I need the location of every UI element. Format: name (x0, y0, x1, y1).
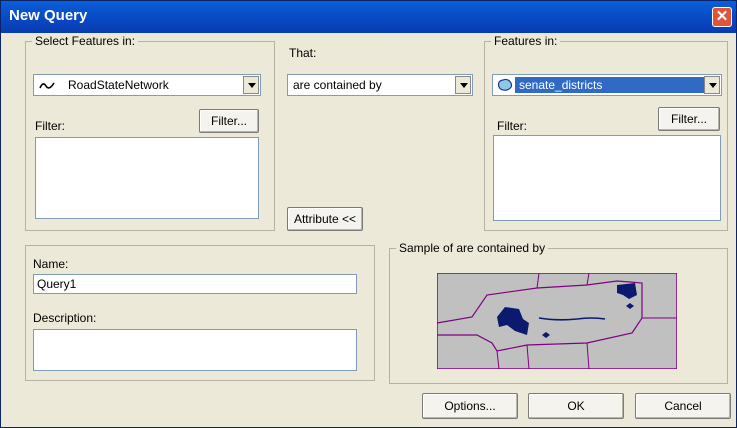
options-button[interactable]: Options... (422, 393, 518, 419)
features-in-combo[interactable]: senate_districts (492, 74, 722, 96)
chevron-down-icon[interactable] (243, 76, 259, 94)
features-in-value: senate_districts (519, 78, 603, 92)
cancel-button[interactable]: Cancel (635, 393, 731, 419)
features-filter-button[interactable]: Filter... (658, 107, 720, 131)
ok-button[interactable]: OK (528, 393, 624, 419)
title-bar[interactable]: New Query ✕ (1, 1, 736, 33)
select-features-value: RoadStateNetwork (68, 78, 169, 92)
close-button[interactable]: ✕ (712, 7, 732, 27)
name-field[interactable]: Query1 (33, 274, 357, 294)
attribute-button[interactable]: Attribute << (287, 207, 363, 231)
that-relation-combo[interactable]: are contained by (287, 74, 473, 96)
select-filter-label: Filter: (35, 119, 65, 133)
select-features-combo[interactable]: RoadStateNetwork (33, 74, 261, 96)
description-label: Description: (33, 311, 97, 325)
features-filter-label: Filter: (497, 119, 527, 133)
chevron-down-icon[interactable] (704, 76, 720, 94)
select-features-label: Select Features in: (32, 34, 139, 48)
sample-map-graphic (436, 272, 678, 370)
name-label: Name: (33, 257, 69, 271)
window-title: New Query (9, 7, 88, 24)
that-label: That: (289, 46, 317, 60)
features-in-label: Features in: (491, 34, 561, 48)
new-query-dialog: New Query ✕ Select Features in: RoadStat… (0, 0, 737, 428)
chevron-down-icon[interactable] (455, 76, 471, 94)
select-filter-button[interactable]: Filter... (199, 109, 259, 133)
polyline-layer-icon (39, 78, 55, 95)
that-relation-value: are contained by (293, 78, 382, 92)
sample-label: Sample of are contained by (396, 241, 549, 255)
sample-map (436, 272, 678, 370)
features-filter-box[interactable] (493, 135, 721, 221)
select-filter-box[interactable] (35, 137, 259, 219)
polygon-layer-icon (496, 76, 514, 94)
description-field[interactable] (33, 329, 357, 371)
